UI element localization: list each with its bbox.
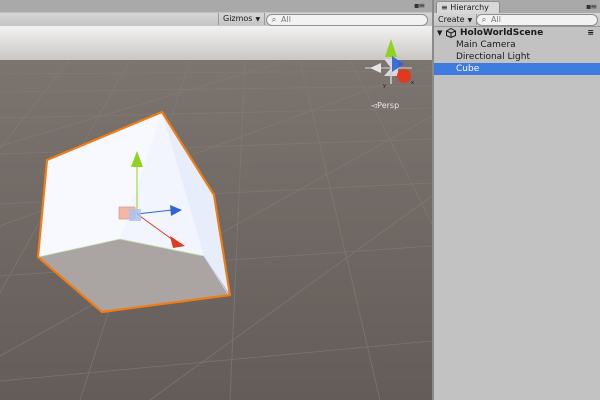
list-icon: ≡	[441, 3, 451, 12]
chevron-down-icon: ▼	[255, 16, 261, 23]
scene-tab-strip	[0, 0, 432, 12]
hierarchy-item-label: Cube	[456, 64, 480, 74]
hierarchy-tab-bar: ≡ Hierarchy ▪≡	[434, 0, 600, 13]
hierarchy-item-label: Main Camera	[456, 40, 516, 50]
unity-scene-icon	[446, 28, 456, 38]
scene-options-icon[interactable]: ≡	[587, 27, 594, 39]
scene-panel-menu-icon[interactable]: ▪≡	[414, 1, 425, 10]
projection-label: Persp	[377, 101, 400, 110]
create-label: Create	[438, 15, 465, 24]
tab-hierarchy[interactable]: ≡ Hierarchy	[436, 1, 500, 13]
scene-name: HoloWorldScene	[460, 28, 544, 38]
scene-search-input[interactable]: ⌕ All	[266, 14, 428, 26]
create-dropdown[interactable]: Create ▼	[438, 14, 478, 25]
orientation-x-icon	[397, 69, 411, 83]
hierarchy-item-main-camera[interactable]: Main Camera	[434, 39, 600, 51]
hierarchy-item-directional-light[interactable]: Directional Light	[434, 51, 600, 63]
svg-text:y: y	[383, 83, 386, 89]
hierarchy-search-placeholder: All	[491, 15, 501, 24]
gizmos-label: Gizmos	[223, 14, 253, 23]
search-icon: ⌕	[481, 15, 487, 24]
hierarchy-search-input[interactable]: ⌕ All	[476, 14, 598, 26]
hierarchy-panel-menu-icon[interactable]: ▪≡	[586, 2, 597, 11]
hierarchy-tab-label: Hierarchy	[450, 3, 489, 12]
scene-search-placeholder: All	[281, 15, 291, 24]
search-icon: ⌕	[271, 15, 277, 24]
hierarchy-item-cube[interactable]: Cube	[434, 63, 600, 75]
svg-text:x: x	[411, 80, 414, 86]
hierarchy-tree: ▼ HoloWorldScene ≡ Main Camera Direction…	[434, 27, 600, 75]
chevron-down-icon: ▼	[467, 17, 473, 24]
scene-view-panel: ▪≡ Gizmos ▼ ⌕ All y x ◅Persp	[0, 0, 432, 400]
projection-toggle[interactable]: ◅Persp	[371, 101, 399, 110]
hierarchy-toolbar: Create ▼ ⌕ All	[434, 13, 600, 27]
hierarchy-panel: ≡ Hierarchy ▪≡ Create ▼ ⌕ All ▼ HoloWorldS…	[434, 0, 600, 400]
expand-arrow-icon[interactable]: ▼	[437, 27, 442, 39]
scene-root-row[interactable]: ▼ HoloWorldScene ≡	[434, 27, 600, 39]
scene-viewport[interactable]: y x	[0, 26, 432, 400]
scene-render[interactable]: y x	[0, 26, 432, 400]
gizmos-dropdown[interactable]: Gizmos ▼	[218, 13, 266, 25]
hierarchy-item-label: Directional Light	[456, 52, 530, 62]
sky-background	[0, 26, 432, 60]
